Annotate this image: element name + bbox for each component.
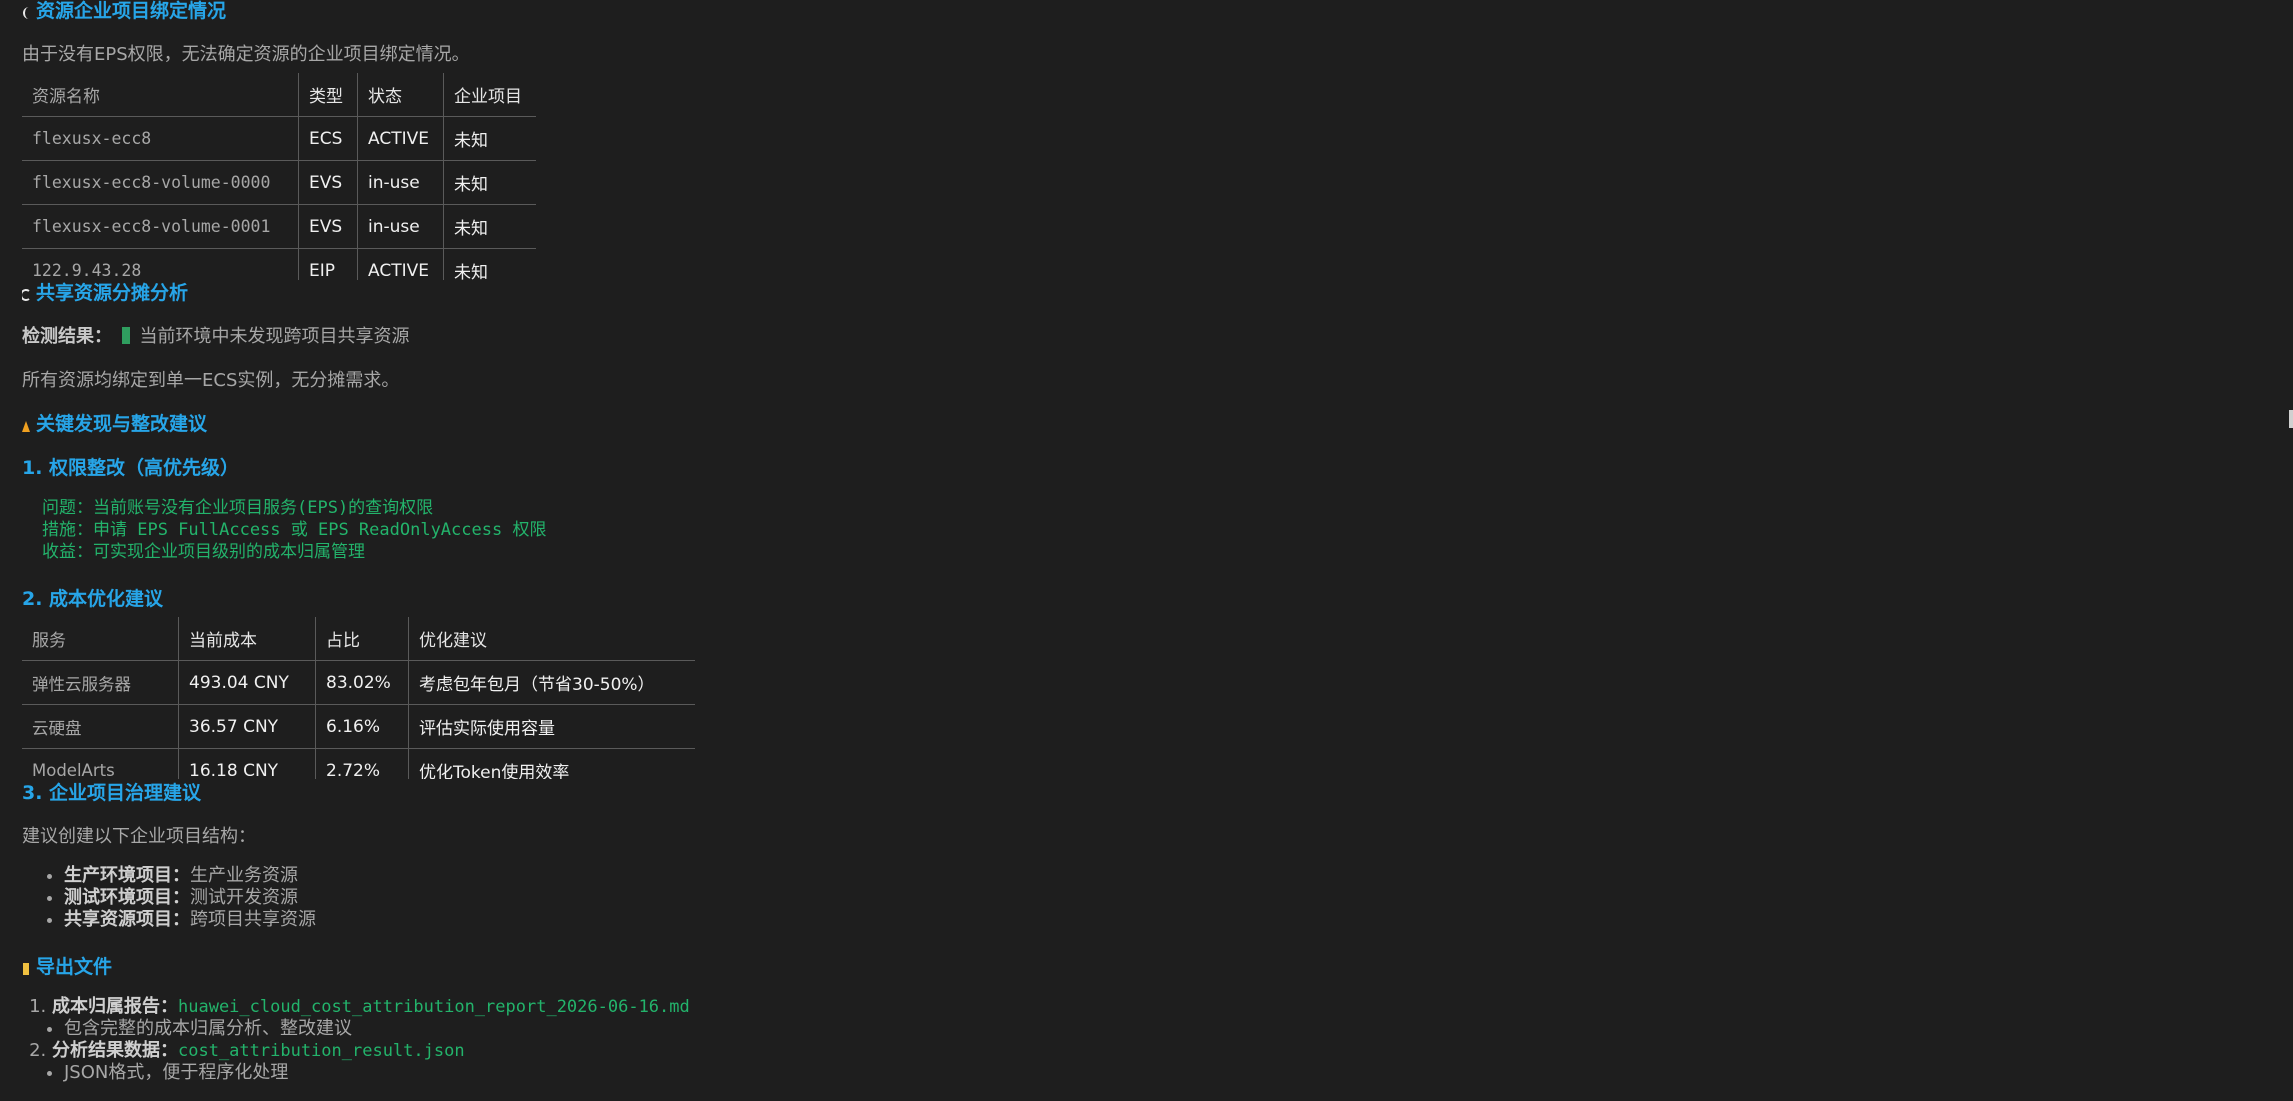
list-item: 共享资源项目：跨项目共享资源 (64, 909, 316, 931)
list-item-label: 生产环境项目 (64, 865, 172, 886)
table-cell: EIP (298, 248, 358, 280)
table-header: 当前成本 (178, 617, 316, 661)
table-cell: 考虑包年包月（节省30-50%） (408, 660, 695, 705)
table-row: flexusx-ecc8-volume-0001 EVS in-use 未知 (22, 204, 536, 249)
cost-optimization-table: 服务 当前成本 占比 优化建议 弹性云服务器 493.04 CNY 83.02%… (22, 617, 695, 779)
list-item-text: 测试开发资源 (190, 887, 298, 908)
table-cell: 36.57 CNY (178, 704, 316, 749)
governance-intro: 建议创建以下企业项目结构： (22, 826, 256, 847)
table-cell: 83.02% (315, 660, 409, 705)
list-item: 生产环境项目：生产业务资源 (64, 865, 316, 887)
table-cell: ECS (298, 116, 358, 161)
resource-binding-table: 资源名称 类型 状态 企业项目 flexusx-ecc8 ECS ACTIVE … (22, 73, 536, 280)
table-cell: 弹性云服务器 (22, 660, 179, 705)
section-findings-title: 关键发现与整改建议 (22, 409, 207, 436)
table-cell: 493.04 CNY (178, 660, 316, 705)
table-header: 企业项目 (442, 73, 536, 117)
table-cell: 未知 (442, 160, 536, 205)
section-shared-resource-title: 共享资源分摊分析 (20, 278, 189, 305)
table-cell: ACTIVE (357, 116, 444, 161)
list-item-label: 共享资源项目 (64, 909, 172, 930)
moon-icon (22, 3, 30, 19)
table-header: 优化建议 (408, 617, 695, 661)
governance-list: 生产环境项目：生产业务资源 测试环境项目：测试开发资源 共享资源项目：跨项目共享… (22, 865, 316, 931)
cycle-icon (20, 285, 30, 301)
table-header: 状态 (357, 73, 444, 117)
table-header-row: 服务 当前成本 占比 优化建议 (22, 617, 695, 661)
table-cell: flexusx-ecc8-volume-0000 (22, 160, 299, 205)
export-item-desc: JSON格式，便于程序化处理 (64, 1062, 690, 1084)
detection-result: 检测结果： 当前环境中未发现跨项目共享资源 (22, 326, 410, 347)
permission-fix-title: 1. 权限整改（高优先级） (22, 457, 240, 479)
detection-result-text: 当前环境中未发现跨项目共享资源 (139, 326, 410, 347)
table-cell: EVS (298, 160, 358, 205)
table-row: 弹性云服务器 493.04 CNY 83.02% 考虑包年包月（节省30-50%… (22, 660, 695, 705)
table-row: flexusx-ecc8 ECS ACTIVE 未知 (22, 116, 536, 161)
export-file-link[interactable]: huawei_cloud_cost_attribution_report_202… (178, 997, 690, 1017)
list-item-text: 跨项目共享资源 (190, 909, 316, 930)
governance-list-container: 生产环境项目：生产业务资源 测试环境项目：测试开发资源 共享资源项目：跨项目共享… (22, 865, 316, 931)
table-header-row: 资源名称 类型 状态 企业项目 (22, 73, 536, 117)
shared-resource-note: 所有资源均绑定到单一ECS实例，无分摊需求。 (22, 370, 400, 391)
export-item-label: 分析结果数据 (52, 1040, 160, 1061)
export-item: 分析结果数据：cost_attribution_result.json JSON… (52, 1040, 690, 1084)
resource-table-container: 资源名称 类型 状态 企业项目 flexusx-ecc8 ECS ACTIVE … (22, 73, 536, 280)
table-header: 占比 (315, 617, 409, 661)
permission-fix-details: 问题：当前账号没有企业项目服务(EPS)的查询权限 措施：申请 EPS FullA… (42, 497, 546, 563)
table-cell: in-use (357, 204, 444, 249)
export-item-label: 成本归属报告 (52, 996, 160, 1017)
table-row: 云硬盘 36.57 CNY 6.16% 评估实际使用容量 (22, 704, 695, 749)
check-icon (121, 327, 130, 344)
eps-permission-note: 由于没有EPS权限，无法确定资源的企业项目绑定情况。 (22, 44, 470, 65)
table-cell: in-use (357, 160, 444, 205)
permission-issue-line: 问题：当前账号没有企业项目服务(EPS)的查询权限 (42, 498, 434, 518)
table-cell: 6.16% (315, 704, 409, 749)
table-cell: 未知 (442, 116, 536, 161)
table-header: 服务 (22, 617, 179, 661)
export-list-container: 成本归属报告：huawei_cloud_cost_attribution_rep… (0, 996, 690, 1084)
section-export-title: 导出文件 (22, 952, 112, 979)
section-title-text: 关键发现与整改建议 (36, 413, 208, 435)
table-cell: ModelArts (32, 761, 115, 779)
table-cell: 未知 (442, 204, 536, 249)
table-cell: flexusx-ecc8 (22, 116, 299, 161)
table-cell: 2.72% (315, 748, 409, 779)
export-item: 成本归属报告：huawei_cloud_cost_attribution_rep… (52, 996, 690, 1040)
table-cell: 16.18 CNY (178, 748, 316, 779)
table-cell: ACTIVE (357, 248, 444, 280)
detection-result-label: 检测结果 (22, 326, 94, 347)
list-item-label: 测试环境项目 (64, 887, 172, 908)
table-header: 类型 (298, 73, 358, 117)
section-title-text: 共享资源分摊分析 (36, 282, 189, 304)
file-icon (22, 959, 30, 975)
table-cell: 云硬盘 (22, 704, 179, 749)
table-cell: 122.9.43.28 (32, 261, 142, 280)
table-cell: flexusx-ecc8-volume-0001 (22, 204, 299, 249)
governance-title: 3. 企业项目治理建议 (22, 782, 202, 804)
warning-icon (22, 416, 30, 432)
table-header: 资源名称 (22, 73, 299, 117)
table-row: 122.9.43.28 EIP ACTIVE 未知 (22, 248, 536, 280)
list-item: 测试环境项目：测试开发资源 (64, 887, 316, 909)
cost-optimization-title: 2. 成本优化建议 (22, 588, 164, 610)
section-title-text: 资源企业项目绑定情况 (36, 0, 227, 22)
cost-table-container: 服务 当前成本 占比 优化建议 弹性云服务器 493.04 CNY 83.02%… (22, 617, 695, 779)
section-resource-binding-title: 资源企业项目绑定情况 (22, 0, 226, 23)
export-file-link[interactable]: cost_attribution_result.json (178, 1041, 465, 1061)
permission-benefit-line: 收益：可实现企业项目级别的成本归属管理 (42, 542, 365, 562)
table-cell: 优化Token使用效率 (408, 748, 695, 779)
table-cell: 评估实际使用容量 (408, 704, 695, 749)
table-cell: EVS (298, 204, 358, 249)
scroll-marker (2289, 410, 2293, 428)
table-row: flexusx-ecc8-volume-0000 EVS in-use 未知 (22, 160, 536, 205)
permission-measure-line: 措施：申请 EPS FullAccess 或 EPS ReadOnlyAcces… (42, 520, 547, 540)
export-item-desc: 包含完整的成本归属分析、整改建议 (64, 1018, 690, 1040)
export-list: 成本归属报告：huawei_cloud_cost_attribution_rep… (0, 996, 690, 1084)
section-title-text: 导出文件 (36, 956, 113, 978)
table-row: ModelArts 16.18 CNY 2.72% 优化Token使用效率 (22, 748, 695, 779)
table-cell: 未知 (442, 248, 536, 280)
list-item-text: 生产业务资源 (190, 865, 298, 886)
